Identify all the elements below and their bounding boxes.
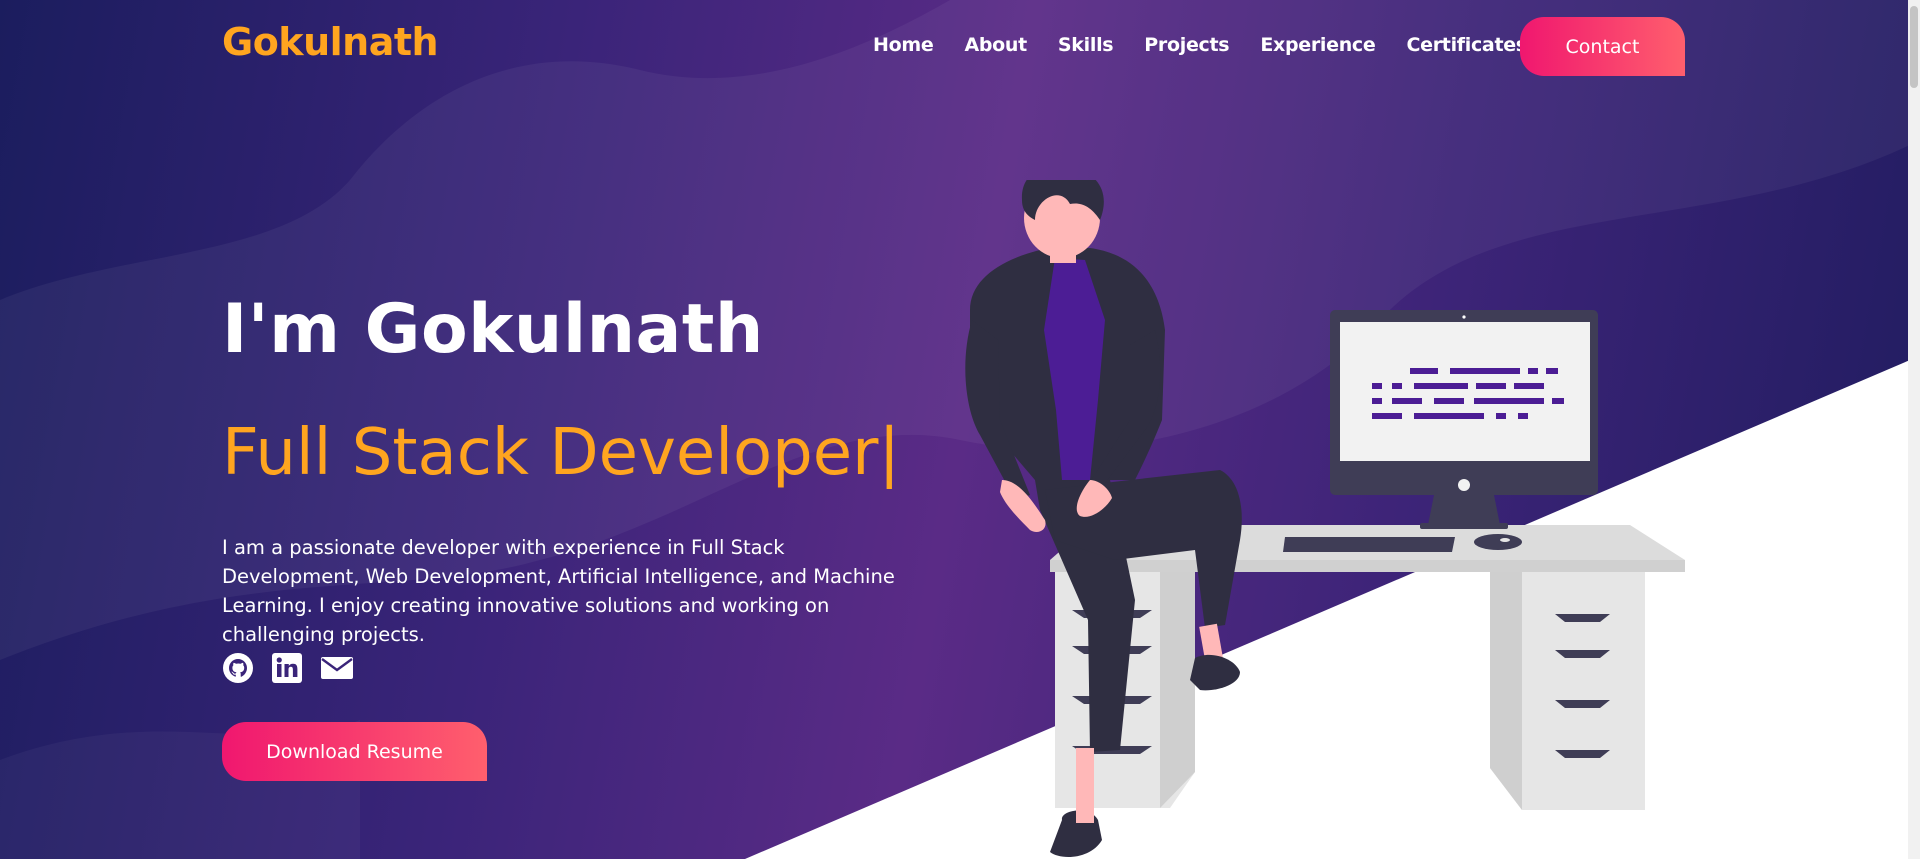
nav-about[interactable]: About [964, 34, 1027, 56]
hero-description: I am a passionate developer with experie… [222, 536, 895, 646]
brand-logo[interactable]: Gokulnath [222, 20, 439, 64]
github-icon[interactable] [222, 652, 254, 684]
page-scrollbar[interactable] [1908, 0, 1920, 859]
social-links [222, 652, 353, 684]
hero-subtitle: Full Stack Developer| [222, 416, 901, 490]
page: Gokulnath Home About Skills Projects Exp… [0, 0, 1920, 859]
nav-home[interactable]: Home [873, 34, 934, 56]
email-icon[interactable] [320, 652, 353, 684]
developer-desk-illustration [965, 180, 1685, 857]
nav-projects[interactable]: Projects [1144, 34, 1229, 56]
hero-title: I'm Gokulnath [222, 290, 764, 369]
linkedin-icon[interactable] [271, 652, 303, 684]
nav-skills[interactable]: Skills [1058, 34, 1114, 56]
scrollbar-thumb[interactable] [1910, 6, 1918, 88]
contact-button[interactable]: Contact [1520, 17, 1685, 76]
main-nav: Home About Skills Projects Experience Ce… [873, 34, 1558, 56]
nav-experience[interactable]: Experience [1260, 34, 1375, 56]
nav-certificates[interactable]: Certificates [1406, 34, 1527, 56]
download-resume-button[interactable]: Download Resume [222, 722, 487, 781]
